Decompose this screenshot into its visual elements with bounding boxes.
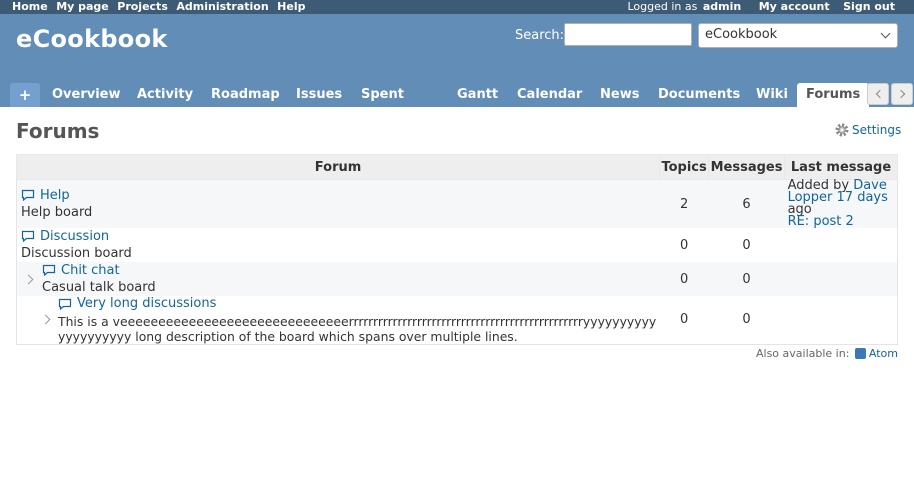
- search-label: Search:: [515, 28, 565, 43]
- comment-icon: [42, 265, 56, 277]
- chevron-right-icon: [40, 314, 51, 325]
- board-description: This is a veeeeeeeeeeeeeeeeeeeeeeeeeeeee…: [58, 313, 657, 344]
- tab-documents[interactable]: Documents: [658, 83, 740, 107]
- board-link-very-long-discussions[interactable]: Very long discussions: [58, 296, 216, 311]
- boards-table: Forum Topics Messages Last message Help …: [15, 154, 898, 345]
- board-description: Casual talk board: [42, 280, 156, 296]
- top-menu-home-link[interactable]: Home: [12, 0, 48, 13]
- board-description: Help board: [21, 205, 93, 221]
- column-header-forum: Forum: [15, 154, 661, 180]
- topics-count: 0: [679, 271, 689, 287]
- tab-roadmap[interactable]: Roadmap: [211, 83, 280, 107]
- tab-issues[interactable]: Issues: [296, 83, 342, 107]
- top-menu-help-link[interactable]: Help: [277, 0, 305, 13]
- table-row: Help Help board 2 6 Added by Dave Lopper…: [16, 179, 898, 229]
- last-message-cell: [785, 228, 898, 262]
- settings-label: Settings: [852, 123, 902, 137]
- messages-count: 0: [742, 312, 751, 328]
- table-row: Chit chat Casual talk board 0 0: [16, 262, 898, 296]
- chevron-down-icon: [880, 28, 891, 39]
- tabs-scroll-left-button[interactable]: [867, 83, 889, 105]
- top-menu-left: Home My page Projects Administration Hel…: [12, 0, 310, 14]
- comment-icon: [58, 298, 72, 310]
- board-cell: Help Help board: [17, 180, 660, 229]
- project-jump-select[interactable]: eCookbook: [698, 23, 898, 48]
- search-input[interactable]: [564, 23, 692, 46]
- expand-toggle[interactable]: [20, 272, 42, 287]
- tab-spent-time[interactable]: Spent time: [361, 83, 404, 126]
- current-user-link[interactable]: admin: [703, 0, 741, 13]
- board-link-help[interactable]: Help: [21, 188, 70, 203]
- tab-forums[interactable]: Forums: [797, 83, 870, 107]
- column-header-topics: Topics: [659, 154, 710, 180]
- project-title[interactable]: eCookbook: [16, 25, 168, 53]
- last-message-cell: [785, 262, 898, 296]
- messages-count: 6: [742, 196, 751, 212]
- tab-news[interactable]: News: [600, 83, 639, 107]
- top-menu-administration-link[interactable]: Administration: [176, 0, 268, 13]
- table-row: Discussion Discussion board 0 0: [16, 228, 898, 262]
- comment-icon: [21, 231, 35, 243]
- atom-feed-link[interactable]: Atom: [853, 347, 898, 360]
- board-link-discussion[interactable]: Discussion: [21, 229, 109, 244]
- settings-link[interactable]: Settings: [834, 122, 901, 138]
- column-header-messages: Messages: [708, 154, 786, 180]
- comment-icon: [21, 190, 35, 202]
- last-message-subject-link[interactable]: RE: post 2: [788, 214, 854, 229]
- other-formats: Also available in: Atom: [756, 347, 898, 360]
- rss-feed-icon: [854, 348, 866, 359]
- table-header-row: Forum Topics Messages Last message: [15, 154, 898, 180]
- chevron-right-icon: [23, 274, 34, 284]
- messages-count: 0: [742, 237, 751, 253]
- chevron-right-icon: [896, 89, 906, 99]
- last-message-cell: [785, 296, 898, 344]
- last-message-age-link[interactable]: 17 days: [837, 190, 888, 205]
- my-account-link[interactable]: My account: [759, 0, 830, 13]
- tab-wiki[interactable]: Wiki: [756, 83, 788, 107]
- board-cell: Chit chat Casual talk board: [17, 262, 660, 296]
- topics-count: 2: [679, 196, 689, 212]
- tab-calendar[interactable]: Calendar: [517, 83, 582, 107]
- messages-count: 0: [742, 271, 751, 287]
- top-menu-projects-link[interactable]: Projects: [117, 0, 168, 13]
- board-description: Discussion board: [21, 246, 132, 262]
- page-title: Forums: [16, 119, 100, 143]
- tabs-scroll-right-button[interactable]: [891, 83, 913, 105]
- top-menu-my-page-link[interactable]: My page: [56, 0, 109, 13]
- board-cell: Very long discussions This is a veeeeeee…: [17, 296, 660, 344]
- expand-toggle[interactable]: [20, 312, 58, 327]
- topics-count: 0: [679, 237, 689, 253]
- board-link-chit-chat[interactable]: Chit chat: [42, 263, 120, 278]
- last-message-cell: Added by Dave Lopper 17 days ago RE: pos…: [785, 179, 898, 229]
- chevron-left-icon: [875, 89, 885, 99]
- new-object-tab[interactable]: +: [10, 83, 40, 107]
- content: Forums Settings Forum Topics Messages La…: [0, 107, 914, 494]
- board-cell: Discussion Discussion board: [17, 228, 660, 262]
- tab-activity[interactable]: Activity: [137, 83, 193, 107]
- logged-in-label: Logged in as: [627, 0, 698, 13]
- sign-out-link[interactable]: Sign out: [843, 0, 895, 13]
- gear-icon: [835, 123, 849, 137]
- tab-gantt[interactable]: Gantt: [457, 83, 498, 107]
- project-jump-value: eCookbook: [705, 27, 778, 42]
- also-available-label: Also available in:: [755, 347, 850, 360]
- column-header-last-message: Last message: [784, 154, 898, 180]
- tab-overview[interactable]: Overview: [52, 83, 121, 107]
- top-menu-right: Logged in as admin My account Sign out: [627, 0, 900, 14]
- table-row: Very long discussions This is a veeeeeee…: [16, 296, 898, 344]
- topics-count: 0: [679, 312, 689, 328]
- top-menu: Home My page Projects Administration Hel…: [0, 0, 914, 14]
